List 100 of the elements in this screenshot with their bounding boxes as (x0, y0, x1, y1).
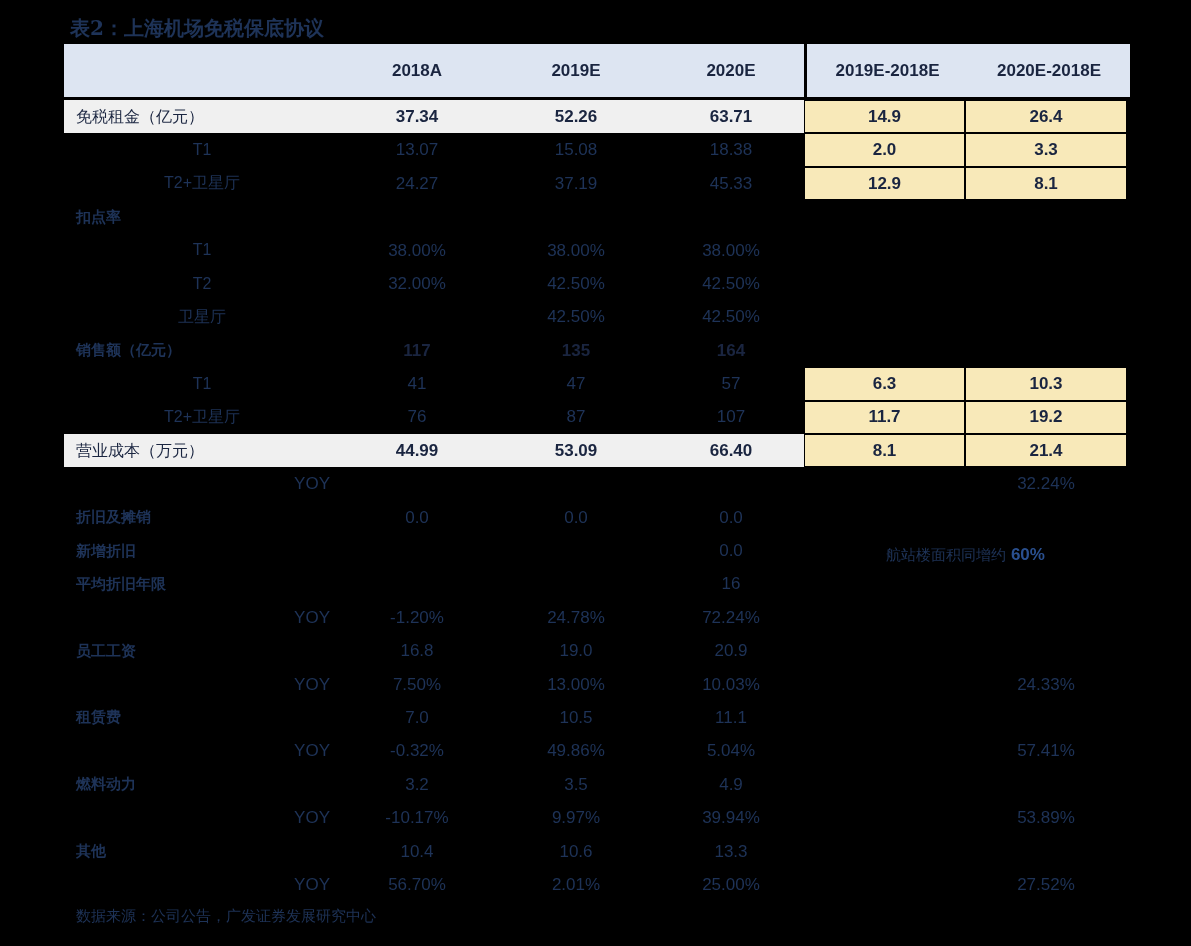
row-label: 营业成本（万元） (76, 439, 204, 462)
table-cell-text: 15.08 (554, 139, 598, 162)
table-cell-text: 52.26 (554, 105, 598, 128)
table-cell-text: 7.0 (405, 706, 429, 729)
table-cell-text: 16 (721, 573, 741, 596)
highlighted-cell: 21.4 (965, 433, 1127, 468)
table-cell-text: 41 (407, 373, 427, 396)
row-label: 扣点率 (76, 206, 121, 228)
row-label: 折旧及摊销 (76, 507, 151, 529)
table-cell-text: 10.4 (400, 840, 434, 863)
column-header: 2018A (391, 59, 443, 82)
row-label: 平均折旧年限 (76, 573, 166, 595)
table-cell-text: 53.89% (1017, 807, 1075, 830)
table-cell-text: 0.0 (719, 540, 743, 562)
table-cell-text: 11.1 (715, 706, 747, 729)
highlighted-cell: 26.4 (965, 100, 1127, 134)
source-note: 数据来源：公司公告，广发证券发展研究中心 (76, 906, 376, 928)
row-label: YOY (294, 473, 330, 496)
table-cell-text: 19.0 (559, 640, 593, 663)
table-cell-text: 37.19 (554, 172, 598, 195)
row-label: T2+卫星厅 (164, 173, 240, 194)
column-header: 2019E-2018E (835, 59, 940, 82)
row-label: T2 (192, 273, 212, 294)
column-header: 2020E (706, 59, 756, 82)
row-label: YOY (294, 873, 330, 896)
table-cell-text: 57 (721, 373, 741, 396)
highlighted-cell: 8.1 (965, 166, 1127, 201)
table-cell-text: 56.70% (388, 873, 446, 896)
table-cell-text: 10.03% (702, 673, 760, 696)
row-label: 免税租金（亿元） (76, 105, 204, 128)
table-cell-text: 44.99 (395, 439, 439, 462)
table-cell-text: 45.33 (709, 172, 753, 195)
table-cell-text: 20.9 (714, 640, 748, 663)
highlighted-cell: 10.3 (965, 367, 1127, 401)
table-cell-text: 0.0 (405, 506, 429, 529)
row-label: 租赁费 (76, 707, 121, 729)
table-cell-text: 7.50% (392, 673, 442, 696)
table-cell-text: 10.6 (559, 840, 593, 863)
table-cell-text: 4.9 (719, 773, 743, 796)
table-cell-text: 63.71 (709, 105, 753, 128)
row-label: T2+卫星厅 (164, 407, 240, 428)
table-cell-text: 72.24% (702, 606, 760, 629)
table-cell-text: 24.27 (395, 172, 439, 195)
row-label: T1 (192, 240, 212, 261)
column-header: 2019E (551, 59, 601, 82)
table-cell-text: 164 (716, 339, 746, 362)
table-cell-text: 2.01% (551, 873, 601, 896)
row-label: YOY (294, 606, 330, 629)
table-cell-text: 32.24% (1017, 473, 1075, 496)
table-cell-text: 24.78% (547, 606, 605, 629)
highlighted-cell: 3.3 (965, 133, 1127, 167)
table-cell-text: 42.50% (702, 272, 760, 295)
table-cell-text: 42.50% (547, 306, 605, 329)
table-cell-text: 42.50% (702, 306, 760, 329)
table-cell-text: 13.00% (547, 673, 605, 696)
annotation-note: 航站楼面积同增约 60% (886, 543, 1045, 566)
row-label: 卫星厅 (178, 307, 226, 328)
table-cell-text: 42.50% (547, 272, 605, 295)
table-cell-text: 87 (566, 406, 586, 429)
highlighted-cell: 12.9 (804, 166, 965, 201)
table-cell-text: 9.97% (551, 807, 601, 830)
table-cell-text: 37.34 (395, 105, 439, 128)
table-cell-text: 38.00% (388, 239, 446, 262)
table-cell-text: -0.32% (390, 740, 444, 763)
table-cell-text: -1.20% (390, 606, 444, 629)
highlighted-cell: 14.9 (804, 100, 965, 134)
table-cell-text: 0.0 (564, 506, 588, 529)
table-cell-text: 32.00% (388, 272, 446, 295)
table-cell-text: 13.3 (714, 840, 748, 863)
row-label: YOY (294, 673, 330, 696)
highlighted-cell: 19.2 (965, 400, 1127, 434)
table-cell-text: 47 (566, 373, 586, 396)
table-cell-text: 38.00% (547, 239, 605, 262)
table-cell-text: 66.40 (709, 439, 753, 462)
column-header: 2020E-2018E (997, 59, 1101, 82)
table-cell-text: 0.0 (719, 506, 743, 529)
table-cell-text: 27.52% (1017, 873, 1075, 896)
table-cell-text: 39.94% (702, 807, 760, 830)
table-cell-text: 49.86% (547, 740, 605, 763)
row-label: 燃料动力 (76, 774, 136, 796)
row-label: 销售额（亿元） (76, 340, 181, 362)
table-cell-text: 5.04% (706, 740, 756, 763)
table-cell-text: 25.00% (702, 873, 760, 896)
row-label: 其他 (76, 841, 106, 863)
table-cell-text: 53.09 (554, 439, 598, 462)
table-cell-text: 13.07 (395, 139, 439, 162)
row-label: 新增折旧 (76, 540, 136, 562)
row-label: YOY (294, 740, 330, 763)
row-label: YOY (294, 807, 330, 830)
row-label: T1 (192, 140, 212, 161)
table-cell-text: 18.38 (709, 139, 753, 162)
table-cell-text: 117 (403, 339, 431, 362)
table-cell-text: 16.8 (400, 640, 434, 663)
table-cell-text: 38.00% (702, 239, 760, 262)
highlighted-cell: 8.1 (804, 433, 965, 468)
table-cell-text: 3.2 (405, 773, 429, 796)
row-label: 员工工资 (76, 640, 136, 662)
table-title: 表2：上海机场免税保底协议 (70, 15, 324, 42)
table-cell-text: 107 (716, 406, 746, 429)
table-cell-text: 76 (407, 406, 427, 429)
